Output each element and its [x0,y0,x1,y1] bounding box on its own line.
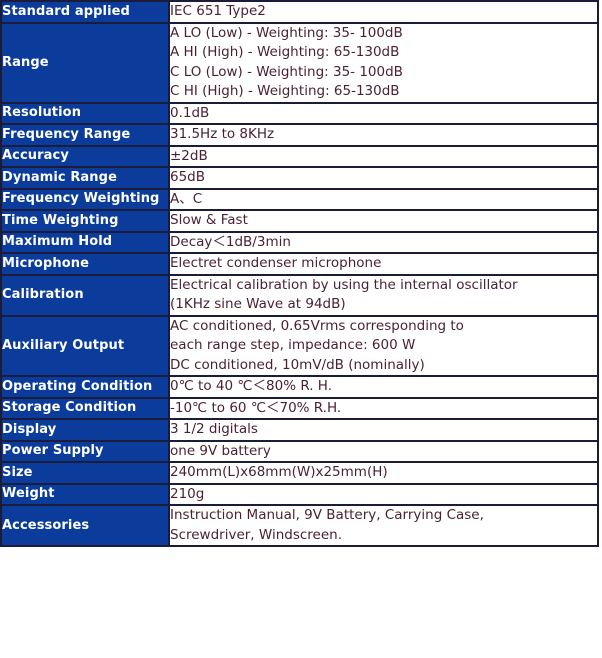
table-row: Accuracy ±2dB [0,144,599,168]
spec-label-cell: Range [0,21,170,104]
spec-label-cell: Operating Condition [0,375,170,399]
table-row: Maximum Hold Decay＜1dB/3min [0,230,599,254]
spec-value-cell: -10℃ to 60 ℃＜70% R.H. [168,396,599,420]
table-row: Frequency Range 31.5Hz to 8KHz [0,123,599,147]
spec-value-line: DC conditioned, 10mV/dB (nominally) [170,356,425,373]
spec-label-cell: Maximum Hold [0,230,170,254]
spec-value-cell: 210g [168,482,599,506]
spec-label-cell: Frequency Range [0,123,170,147]
spec-value-line: AC conditioned, 0.65Vrms corresponding t… [170,317,464,334]
spec-value-line: 0℃ to 40 ℃＜80% R. H. [170,378,332,394]
spec-value-line: A LO (Low) - Weighting: 35- 100dB [170,24,403,41]
table-row: Weight 210g [0,482,599,506]
table-row: Microphone Electret condenser microphone [0,252,599,276]
spec-value-cell: A LO (Low) - Weighting: 35- 100dB A HI (H… [168,21,599,104]
spec-value-line: 65dB [170,169,206,185]
spec-value-cell: 31.5Hz to 8KHz [168,123,599,147]
table-row: Display 3 1/2 digitals [0,418,599,442]
spec-value-line: Decay＜1dB/3min [170,233,291,250]
table-row: Resolution 0.1dB [0,101,599,125]
spec-label-cell: Microphone [0,252,170,276]
spec-value-line: Screwdriver, Windscreen. [170,526,342,543]
table-row: Standard applied IEC 651 Type2 [0,0,599,24]
table-row: Auxiliary Output AC conditioned, 0.65Vrms… [0,314,599,377]
table-row: Frequency Weighting A、C [0,187,599,211]
table-row: Size 240mm(L)x68mm(W)x25mm(H) [0,461,599,485]
spec-label-cell: Frequency Weighting [0,187,170,211]
spec-value-line: 240mm(L)x68mm(W)x25mm(H) [170,464,388,480]
spec-label-cell: Size [0,461,170,485]
spec-value-line: Electret condenser microphone [170,255,382,271]
spec-value-cell: Instruction Manual, 9V Battery, Carrying… [168,504,599,547]
spec-value-line: ±2dB [170,147,208,164]
spec-value-line: Electrical calibration by using the inte… [170,276,518,293]
spec-value-line: C LO (Low) - Weighting: 35- 100dB [170,63,403,80]
spec-value-line: each range step, impedance: 600 W [170,337,416,353]
spec-value-cell: AC conditioned, 0.65Vrms corresponding t… [168,314,599,377]
table-row: Storage Condition -10℃ to 60 ℃＜70% R.H. [0,396,599,420]
spec-value-line: one 9V battery [170,442,271,459]
spec-value-cell: 3 1/2 digitals [168,418,599,442]
table-row: Time Weighting Slow & Fast [0,209,599,233]
spec-value-cell: 0℃ to 40 ℃＜80% R. H. [168,375,599,399]
spec-label-cell: Display [0,418,170,442]
table-row: Range A LO (Low) - Weighting: 35- 100dB A … [0,21,599,104]
spec-value-line: 210g [170,485,205,502]
spec-value-line: Instruction Manual, 9V Battery, Carrying… [170,507,484,523]
spec-value-cell: ±2dB [168,144,599,168]
spec-label-cell: Accessories [0,504,170,547]
spec-value-cell: IEC 651 Type2 [168,0,599,24]
spec-value-line: IEC 651 Type2 [170,3,266,19]
spec-value-line: A HI (High) - Weighting: 65-130dB [170,44,400,60]
table-row: Dynamic Range 65dB [0,166,599,190]
spec-label-cell: Resolution [0,101,170,125]
spec-value-cell: 0.1dB [168,101,599,125]
spec-label-cell: Accuracy [0,144,170,168]
spec-value-cell: Decay＜1dB/3min [168,230,599,254]
spec-label-cell: Dynamic Range [0,166,170,190]
spec-value-line: A、C [170,190,203,207]
spec-value-line: C HI (High) - Weighting: 65-130dB [170,83,400,99]
specifications-table: Standard applied IEC 651 Type2 Range A LO (… [0,0,599,547]
spec-value-line: Slow & Fast [170,212,248,228]
spec-label-cell: Power Supply [0,439,170,463]
spec-label-cell: Standard applied [0,0,170,24]
spec-label-cell: Time Weighting [0,209,170,233]
spec-label-cell: Weight [0,482,170,506]
spec-value-line: 31.5Hz to 8KHz [170,126,275,142]
spec-label-cell: Calibration [0,273,170,317]
spec-value-line: (1KHz sine Wave at 94dB) [170,296,346,312]
spec-value-cell: A、C [168,187,599,211]
spec-value-cell: Electret condenser microphone [168,252,599,276]
spec-value-cell: one 9V battery [168,439,599,463]
specifications-table-body: Standard applied IEC 651 Type2 Range A LO (… [0,0,599,547]
spec-label-cell: Auxiliary Output [0,314,170,377]
table-row: Accessories Instruction Manual, 9V Batter… [0,504,599,547]
table-row: Power Supply one 9V battery [0,439,599,463]
spec-value-line: 0.1dB [170,104,210,121]
spec-label-cell: Storage Condition [0,396,170,420]
spec-value-cell: Electrical calibration by using the inte… [168,273,599,317]
spec-value-line: 3 1/2 digitals [170,421,258,437]
spec-value-cell: Slow & Fast [168,209,599,233]
spec-value-cell: 65dB [168,166,599,190]
spec-value-line: -10℃ to 60 ℃＜70% R.H. [170,399,342,416]
table-row: Operating Condition 0℃ to 40 ℃＜80% R. H. [0,375,599,399]
table-row: Calibration Electrical calibration by usi… [0,273,599,317]
spec-value-cell: 240mm(L)x68mm(W)x25mm(H) [168,461,599,485]
